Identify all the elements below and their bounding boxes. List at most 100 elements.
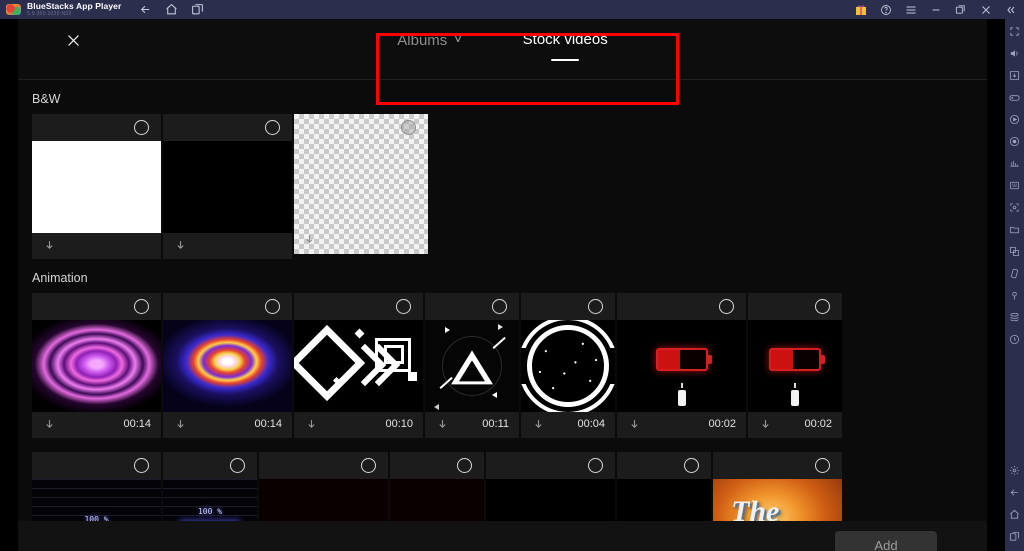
card-thumbnail-sunset: The Su (713, 479, 842, 521)
picker-tabs: Albums ˅ Stock videos (18, 19, 987, 80)
radio-unchecked-icon[interactable] (401, 120, 416, 135)
tab-stock-videos-label: Stock videos (522, 31, 608, 48)
tab-stock-videos[interactable]: Stock videos (519, 31, 612, 61)
add-button[interactable]: Add (835, 531, 937, 551)
card-topbar (617, 452, 711, 479)
radio-unchecked-icon[interactable] (815, 299, 830, 314)
stock-video-card[interactable]: 00:02 (748, 293, 842, 438)
tab-albums[interactable]: Albums ˅ (393, 31, 466, 60)
copy-icon[interactable] (1007, 244, 1022, 259)
radio-unchecked-icon[interactable] (396, 299, 411, 314)
chevron-down-icon: ˅ (453, 31, 463, 48)
stock-video-card[interactable] (294, 114, 428, 254)
location-icon[interactable] (1007, 134, 1022, 149)
stock-video-card[interactable]: NOW LOADING ... (486, 452, 615, 521)
download-icon[interactable] (42, 238, 57, 253)
home-icon[interactable] (1007, 507, 1022, 522)
stock-video-card[interactable] (32, 114, 161, 259)
stock-video-card[interactable]: The Su (713, 452, 842, 521)
fullscreen-icon[interactable] (1007, 24, 1022, 39)
recent-apps-icon[interactable] (191, 3, 204, 16)
radio-unchecked-icon[interactable] (719, 299, 734, 314)
radio-unchecked-icon[interactable] (134, 458, 149, 473)
card-bottombar: 00:14 (163, 412, 292, 438)
minimize-icon[interactable] (929, 3, 942, 16)
stock-video-card[interactable]: 00:11 (425, 293, 519, 438)
tab-albums-label: Albums (397, 32, 448, 49)
rotate-icon[interactable] (1007, 332, 1022, 347)
media-folder-icon[interactable] (1007, 222, 1022, 237)
download-icon[interactable] (304, 417, 319, 432)
back-arrow-icon[interactable] (139, 3, 152, 16)
radio-unchecked-icon[interactable] (361, 458, 376, 473)
stock-video-card[interactable]: 100 % SYSTEM HACKED (32, 452, 161, 521)
radio-unchecked-icon[interactable] (134, 299, 149, 314)
restore-icon[interactable] (954, 3, 967, 16)
radio-unchecked-icon[interactable] (230, 458, 245, 473)
section-title-animation: Animation (32, 271, 88, 285)
radio-unchecked-icon[interactable] (588, 299, 603, 314)
collapse-icon[interactable] (1004, 3, 1017, 16)
gift-icon[interactable] (854, 3, 867, 16)
radio-unchecked-icon[interactable] (134, 120, 149, 135)
stock-video-card[interactable]: SUGAR BOMB (259, 452, 388, 521)
home-icon[interactable] (165, 3, 178, 16)
install-apk-icon[interactable] (1007, 68, 1022, 83)
recent-apps-icon[interactable] (1007, 529, 1022, 544)
stock-video-card[interactable]: NOW LOADING ... (617, 452, 711, 521)
download-icon[interactable] (531, 417, 546, 432)
stock-video-card[interactable]: 00:14 (32, 293, 161, 438)
download-icon[interactable] (173, 238, 188, 253)
download-icon[interactable] (173, 417, 188, 432)
card-thumbnail-heart-pink (32, 320, 161, 412)
volume-icon[interactable] (1007, 46, 1022, 61)
pin-icon[interactable] (1007, 288, 1022, 303)
shake-icon[interactable] (1007, 266, 1022, 281)
radio-unchecked-icon[interactable] (265, 120, 280, 135)
app-version: 5.9.350.1035 N32 (27, 10, 72, 17)
stock-video-card[interactable]: 00:10 (294, 293, 423, 438)
record-icon[interactable] (1007, 112, 1022, 127)
macro-icon[interactable] (1007, 156, 1022, 171)
close-icon[interactable] (979, 3, 992, 16)
back-arrow-icon[interactable] (1007, 485, 1022, 500)
menu-icon[interactable] (904, 3, 917, 16)
stock-video-card[interactable]: 100 % SYSTEM HACKED (163, 452, 257, 521)
card-thumbnail-sugar-bomb: SUGAR BOMB (390, 479, 484, 521)
card-thumbnail-battery (748, 320, 842, 412)
window-title-group: BlueStacks App Player 5.9.350.1035 N32 (27, 2, 121, 17)
download-icon[interactable] (435, 417, 450, 432)
layers-icon[interactable] (1007, 310, 1022, 325)
gamepad-icon[interactable] (1007, 90, 1022, 105)
animation-row-2: 100 % SYSTEM HACKED 100 % (18, 452, 987, 521)
radio-unchecked-icon[interactable] (457, 458, 472, 473)
stock-video-card[interactable]: 00:14 (163, 293, 292, 438)
radio-unchecked-icon[interactable] (588, 458, 603, 473)
card-bottombar: 00:02 (748, 412, 842, 438)
card-duration: 00:02 (708, 418, 736, 430)
card-bottombar (163, 233, 292, 259)
download-icon[interactable] (627, 417, 642, 432)
download-icon[interactable] (42, 417, 57, 432)
gear-icon[interactable] (1007, 463, 1022, 478)
radio-unchecked-icon[interactable] (815, 458, 830, 473)
card-topbar (294, 293, 423, 320)
radio-unchecked-icon[interactable] (684, 458, 699, 473)
stock-video-card[interactable]: SUGAR BOMB (390, 452, 484, 521)
screenshot-icon[interactable] (1007, 200, 1022, 215)
card-topbar (32, 293, 161, 320)
card-thumbnail-black (163, 141, 292, 233)
radio-unchecked-icon[interactable] (492, 299, 507, 314)
stock-video-card[interactable]: 00:02 (617, 293, 746, 438)
picker-body[interactable]: B&W Animation 00:14 00:14 00:10 00:11 00… (18, 80, 987, 521)
card-bottombar: 00:10 (294, 412, 423, 438)
radio-unchecked-icon[interactable] (265, 299, 280, 314)
download-icon[interactable] (758, 417, 773, 432)
stock-video-card[interactable] (163, 114, 292, 259)
card-thumbnail-hacked: 100 % SYSTEM HACKED (163, 479, 257, 521)
help-icon[interactable] (879, 3, 892, 16)
multi-instance-icon[interactable] (1007, 178, 1022, 193)
stock-video-card[interactable]: 00:04 (521, 293, 615, 438)
card-thumbnail-now-loading: NOW LOADING ... (486, 479, 615, 521)
download-icon[interactable] (302, 232, 317, 247)
